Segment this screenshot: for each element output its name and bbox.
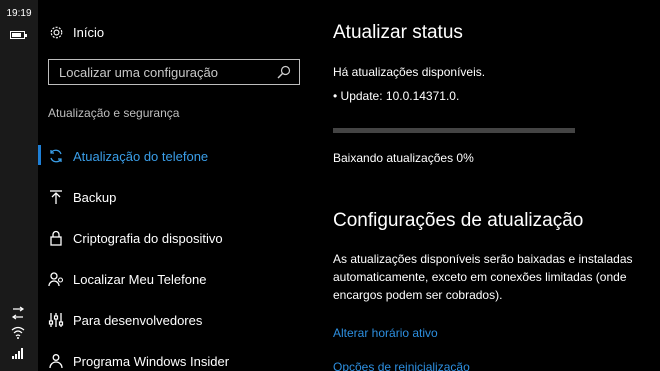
nav-item-label: Para desenvolvedores <box>73 312 203 328</box>
lock-icon <box>48 230 64 246</box>
nav-item-find-my-phone[interactable]: Localizar Meu Telefone <box>48 267 206 291</box>
developer-icon <box>48 312 64 328</box>
updates-available-text: Há atualizações disponíveis. <box>333 65 486 79</box>
nav-item-label: Programa Windows Insider <box>73 353 230 369</box>
search-icon[interactable] <box>277 65 291 79</box>
nav-item-label: Localizar Meu Telefone <box>73 271 207 287</box>
wifi-icon <box>11 326 25 339</box>
update-settings-title: Configurações de atualização <box>333 210 584 231</box>
update-item: • Update: 10.0.14371.0. <box>333 89 460 103</box>
battery-icon <box>10 31 27 39</box>
update-settings-description: As atualizações disponíveis serão baixad… <box>333 252 633 302</box>
download-progress-bar <box>333 128 575 133</box>
home-label: Início <box>73 24 105 40</box>
status-time: 19:19 <box>6 8 32 19</box>
insider-icon <box>48 353 64 369</box>
change-active-hours-link[interactable]: Alterar horário ativo <box>333 326 438 340</box>
active-indicator <box>38 145 41 165</box>
data-sync-icon <box>11 306 25 320</box>
nav-item-label: Atualização do telefone <box>73 148 209 164</box>
settings-nav: Início Atualização e segurança Atualizaç… <box>38 0 318 371</box>
settings-window: 19:19 Início Localizar uma configuração … <box>0 0 660 371</box>
content-pane: Atualizar status Há atualizações disponí… <box>333 0 653 371</box>
search-input[interactable] <box>49 63 277 81</box>
downloading-status: Baixando atualizações 0% <box>333 151 474 165</box>
person-location-icon <box>48 271 64 287</box>
section-title: Atualização e segurança <box>48 106 180 120</box>
signal-icon <box>12 348 23 359</box>
nav-item-label: Criptografia do dispositivo <box>73 230 223 246</box>
nav-item-device-encryption[interactable]: Criptografia do dispositivo <box>48 226 223 250</box>
gear-icon <box>48 24 64 40</box>
restart-options-link[interactable]: Opções de reinicialização <box>333 360 470 371</box>
nav-item-phone-update[interactable]: Atualização do telefone <box>48 144 208 168</box>
status-bar: 19:19 <box>0 0 38 371</box>
nav-item-windows-insider[interactable]: Programa Windows Insider <box>48 349 229 371</box>
search-box[interactable] <box>48 59 300 85</box>
sync-icon <box>48 148 64 164</box>
backup-icon <box>48 189 64 205</box>
nav-item-label: Backup <box>73 189 117 205</box>
nav-item-backup[interactable]: Backup <box>48 185 116 209</box>
home-link[interactable]: Início <box>48 20 104 44</box>
nav-item-developers[interactable]: Para desenvolvedores <box>48 308 202 332</box>
update-status-title: Atualizar status <box>333 22 463 43</box>
